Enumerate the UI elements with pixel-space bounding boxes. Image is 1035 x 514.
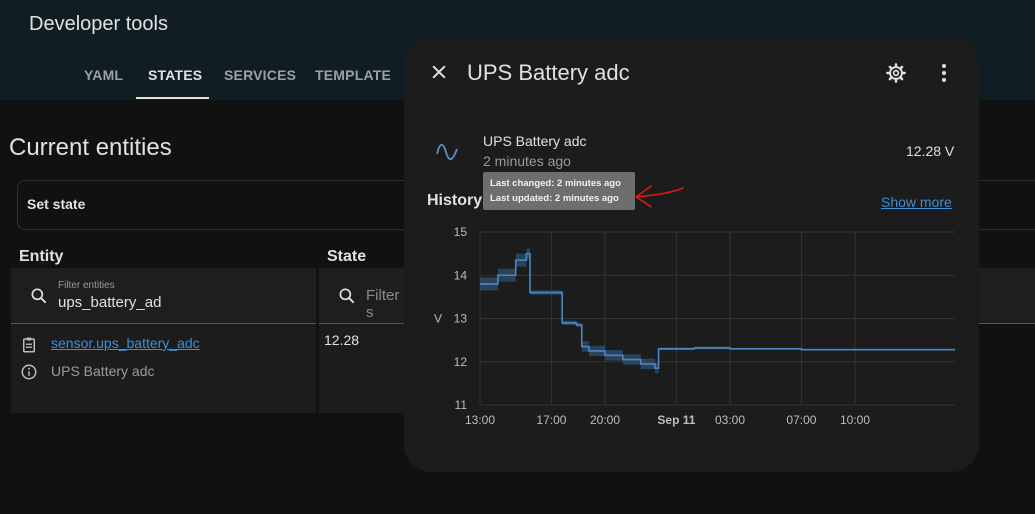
sine-wave-icon (434, 139, 460, 170)
x-tick-label: 10:00 (840, 413, 870, 427)
y-tick-label: 13 (454, 312, 468, 326)
timestamp-tooltip: Last changed: 2 minutes ago Last updated… (483, 172, 635, 210)
filter-value: ups_battery_ad (58, 294, 162, 311)
y-tick-label: 15 (454, 225, 468, 239)
gear-icon[interactable] (885, 62, 907, 89)
search-icon (29, 286, 49, 311)
y-tick-label: 14 (454, 268, 468, 282)
filter-placeholder: Filter s (366, 287, 400, 321)
state-filter-input[interactable]: Filter s (319, 268, 409, 324)
entity-id-link[interactable]: sensor.ups_battery_adc (51, 335, 200, 351)
info-icon[interactable] (20, 363, 38, 386)
filter-label: Filter entities (58, 280, 115, 291)
tab-states[interactable]: STATES (148, 67, 202, 83)
page-title: Current entities (9, 134, 172, 161)
tooltip-last-updated: Last updated: 2 minutes ago (490, 193, 619, 204)
history-label: History (427, 192, 483, 209)
x-tick-label: 13:00 (465, 413, 495, 427)
entity-state: 12.28 V (906, 143, 955, 159)
close-icon[interactable] (429, 62, 449, 87)
clipboard-icon[interactable] (20, 336, 38, 359)
tooltip-last-changed: Last changed: 2 minutes ago (490, 178, 621, 189)
entity-filter-input[interactable]: Filter entities ups_battery_ad (11, 268, 316, 324)
y-tick-label: 11 (455, 398, 468, 412)
state-value: 12.28 (324, 332, 360, 348)
x-tick-label: Sep 11 (657, 413, 695, 427)
tab-services[interactable]: SERVICES (224, 67, 296, 83)
set-state-label: Set state (27, 196, 86, 212)
annotation-arrow (635, 185, 684, 208)
table-row-entity: sensor.ups_battery_adc UPS Battery adc (11, 324, 316, 413)
app-title: Developer tools (29, 13, 168, 35)
table-row-state: 12.28 (319, 324, 409, 413)
last-changed-relative[interactable]: 2 minutes ago (483, 153, 571, 169)
x-tick-label: 03:00 (715, 413, 745, 427)
search-icon (337, 286, 357, 311)
column-header-entity: Entity (19, 248, 64, 265)
column-header-state: State (327, 248, 367, 265)
filter-box-edge (979, 268, 1035, 324)
more-info-dialog: UPS Battery adc UPS Battery adc 2 minute… (404, 37, 979, 472)
x-tick-label: 17:00 (536, 413, 566, 427)
entity-title: UPS Battery adc (483, 133, 587, 149)
dots-vertical-icon[interactable] (934, 62, 954, 89)
tab-template[interactable]: TEMPLATE (315, 67, 391, 83)
active-tab-indicator (136, 97, 209, 99)
y-tick-label: 12 (454, 355, 468, 369)
history-chart[interactable]: 11 12 13 14 15 13:00 17:00 20:00 Sep 11 03:00 07:0… (404, 217, 979, 472)
dialog-title: UPS Battery adc (467, 60, 630, 85)
x-tick-label: 20:00 (590, 413, 620, 427)
show-more-link[interactable]: Show more (881, 194, 952, 210)
x-tick-label: 07:00 (786, 413, 816, 427)
tab-yaml[interactable]: YAML (84, 67, 123, 83)
y-axis-label: V (434, 312, 442, 326)
entity-friendly-name: UPS Battery adc (51, 363, 155, 379)
